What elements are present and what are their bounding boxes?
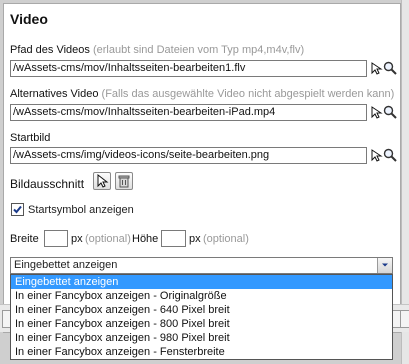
display-mode-select[interactable]: Eingebettet anzeigen [10, 257, 393, 274]
checkmark-icon [13, 205, 22, 214]
display-mode-dropdown: Eingebettet anzeigen In einer Fancybox a… [10, 274, 393, 360]
video-path-label: Pfad des Videos (erlaubt sind Dateien vo… [10, 44, 304, 56]
dropdown-option-fancybox-980[interactable]: In einer Fancybox anzeigen - 980 Pixel b… [11, 331, 392, 345]
panel-title: Video [10, 11, 48, 27]
trash-icon [118, 175, 130, 188]
video-path-hint: (erlaubt sind Dateien vom Typ mp4,m4v,fl… [92, 44, 305, 56]
start-image-label: Startbild [10, 132, 51, 144]
dialog-button[interactable] [400, 310, 409, 328]
alt-video-label: Alternatives Video (Falls das ausgewählt… [10, 88, 394, 100]
cursor-pick-icon[interactable] [370, 149, 383, 162]
alt-video-hint: (Falls das ausgewählte Video nicht abges… [101, 88, 395, 100]
alt-video-label-text: Alternatives Video [10, 88, 99, 100]
height-label: Höhe [132, 233, 159, 245]
cursor-pick-icon[interactable] [370, 62, 383, 75]
search-icon[interactable] [383, 148, 397, 162]
width-unit: px [71, 233, 83, 245]
dropdown-option-embedded[interactable]: Eingebettet anzeigen [11, 275, 392, 289]
start-symbol-checkbox[interactable] [11, 203, 24, 216]
start-symbol-label: Startsymbol anzeigen [28, 204, 134, 216]
crop-label: Bildausschnitt [10, 177, 85, 191]
width-label: Breite [10, 233, 39, 245]
cursor-pick-icon [97, 173, 109, 188]
crop-select-button[interactable] [93, 172, 111, 190]
search-icon[interactable] [383, 61, 397, 75]
search-icon[interactable] [383, 105, 397, 119]
dropdown-option-fancybox-800[interactable]: In einer Fancybox anzeigen - 800 Pixel b… [11, 317, 392, 331]
display-mode-selected: Eingebettet anzeigen [14, 259, 118, 271]
dropdown-option-fancybox-640[interactable]: In einer Fancybox anzeigen - 640 Pixel b… [11, 303, 392, 317]
height-optional-hint: (optional) [203, 233, 249, 245]
crop-delete-button[interactable] [115, 172, 133, 190]
width-optional-hint: (optional) [85, 233, 131, 245]
chevron-down-icon [382, 263, 388, 267]
video-path-label-text: Pfad des Videos [10, 44, 90, 56]
dropdown-option-fancybox-window[interactable]: In einer Fancybox anzeigen - Fensterbrei… [11, 345, 392, 359]
height-unit: px [189, 233, 201, 245]
dropdown-option-fancybox-original[interactable]: In einer Fancybox anzeigen - Originalgrö… [11, 289, 392, 303]
alt-video-field[interactable]: /wAssets-cms/mov/Inhaltsseiten-bearbeite… [10, 104, 367, 121]
height-input[interactable] [161, 230, 186, 247]
start-image-field[interactable]: /wAssets-cms/img/videos-icons/seite-bear… [10, 147, 367, 164]
video-path-field[interactable]: /wAssets-cms/mov/Inhaltsseiten-bearbeite… [10, 60, 367, 77]
cursor-pick-icon[interactable] [370, 106, 383, 119]
width-input[interactable] [44, 230, 68, 247]
select-arrow-button[interactable] [377, 258, 392, 273]
